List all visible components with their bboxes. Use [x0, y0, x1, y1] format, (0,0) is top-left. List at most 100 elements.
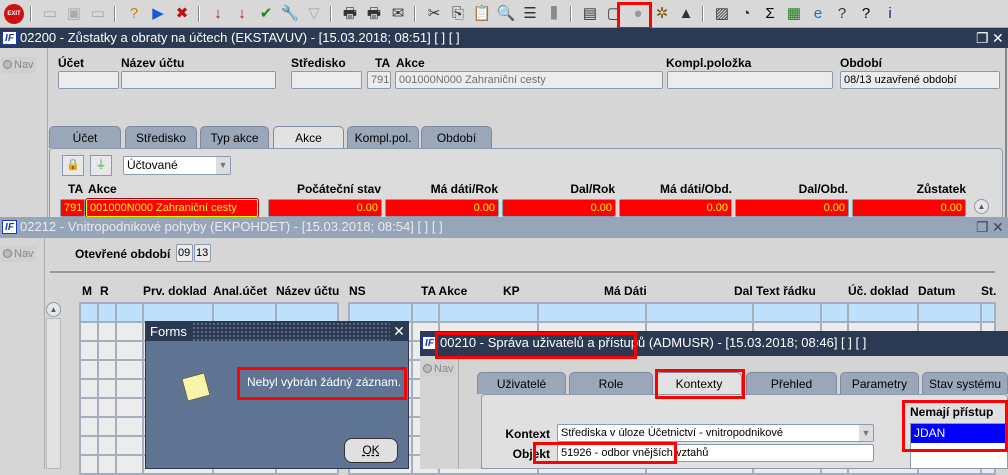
grid-cell[interactable]: [79, 397, 99, 418]
grid-cell[interactable]: [275, 302, 339, 323]
sort-descending-icon[interactable]: ↓: [232, 4, 252, 24]
row-dal-rok[interactable]: 0.00: [502, 199, 616, 217]
grid-cell[interactable]: [97, 454, 117, 475]
commit-check-icon[interactable]: ✔: [256, 4, 276, 24]
paste-icon[interactable]: 📋: [472, 4, 492, 24]
grid-cell[interactable]: [115, 359, 144, 380]
globe-icon[interactable]: ●: [628, 4, 648, 24]
grid-cell[interactable]: [917, 302, 982, 323]
tab-0[interactable]: Účet: [49, 126, 121, 148]
print-setup-icon[interactable]: 🖶: [364, 4, 384, 24]
indent-icon[interactable]: ☰: [520, 4, 540, 24]
print-icon[interactable]: 🖶: [340, 4, 360, 24]
grid-cell[interactable]: [115, 397, 144, 418]
delete-record-icon[interactable]: ▭: [88, 4, 108, 24]
ok-button[interactable]: OK: [344, 438, 398, 463]
nav-radio[interactable]: Nav: [1, 246, 36, 262]
grid-cell[interactable]: [97, 416, 117, 437]
grid-cell[interactable]: [820, 302, 849, 323]
grid-cell[interactable]: [645, 302, 754, 323]
mail-icon[interactable]: ✉: [388, 4, 408, 24]
exit-icon[interactable]: EXIT: [4, 4, 24, 24]
tools-wrench-icon[interactable]: 🔧: [280, 4, 300, 24]
no-access-list[interactable]: JDAN: [910, 423, 1008, 469]
grid-cell[interactable]: [752, 302, 822, 323]
grid-cell[interactable]: [97, 397, 117, 418]
sum-icon[interactable]: Σ: [760, 4, 780, 24]
list-item[interactable]: JDAN: [911, 424, 1007, 443]
row-dal-obd[interactable]: 0.00: [735, 199, 849, 217]
row-pocatecni-stav[interactable]: 0.00: [268, 199, 382, 217]
close-icon[interactable]: ✕: [390, 322, 408, 341]
grid-cell[interactable]: [115, 302, 144, 323]
grid-cell[interactable]: [79, 302, 99, 323]
document-icon[interactable]: ▢: [604, 4, 624, 24]
grid-cell[interactable]: [348, 302, 413, 323]
scrollbar[interactable]: [46, 318, 61, 469]
scroll-up-button[interactable]: ▲: [974, 199, 989, 214]
stredisko-input[interactable]: [291, 71, 362, 89]
grid-cell[interactable]: [97, 302, 117, 323]
ie-browser-icon[interactable]: e: [808, 4, 828, 24]
duplicate-record-icon[interactable]: ▣: [64, 4, 84, 24]
tab-3[interactable]: Akce: [273, 126, 344, 148]
scroll-up-button[interactable]: ▲: [46, 302, 61, 317]
grid-cell[interactable]: [97, 378, 117, 399]
clock-icon[interactable]: ◔: [736, 4, 756, 24]
grid-cell[interactable]: [438, 302, 539, 323]
grid-cell[interactable]: [212, 302, 277, 323]
grid-cell[interactable]: [97, 435, 117, 456]
tab-3[interactable]: Přehled: [746, 372, 837, 394]
filter-select[interactable]: Účtované ▼: [123, 156, 231, 175]
tab-1[interactable]: Středisko: [125, 126, 197, 148]
columns-icon[interactable]: ⫼: [544, 4, 564, 24]
grid-cell[interactable]: [79, 378, 99, 399]
nav-radio[interactable]: Nav: [1, 57, 36, 73]
period-to-input[interactable]: 13: [194, 244, 211, 262]
close-icon[interactable]: ✕: [992, 217, 1004, 237]
tab-2[interactable]: Typ akce: [200, 126, 269, 148]
grid-cell[interactable]: [79, 340, 99, 361]
grid-cell[interactable]: [97, 359, 117, 380]
tab-4[interactable]: Kompl.pol.: [347, 126, 419, 148]
grid-cell[interactable]: [115, 435, 144, 456]
grid-cell[interactable]: [79, 435, 99, 456]
copy-icon[interactable]: ⎘: [448, 4, 468, 24]
grid-cell[interactable]: [847, 302, 919, 323]
close-icon[interactable]: ✕: [992, 28, 1004, 48]
execute-query-icon[interactable]: ▶: [148, 4, 168, 24]
dialog-titlebar[interactable]: Forms ✕: [146, 322, 408, 341]
restore-icon[interactable]: ❐: [976, 28, 989, 48]
ship-wheel-icon[interactable]: ✲: [652, 4, 672, 24]
row-akce-input[interactable]: 001000N000 Zahraniční cesty: [85, 198, 259, 218]
chart-icon[interactable]: ▨: [712, 4, 732, 24]
help-icon[interactable]: ?: [856, 4, 876, 24]
lock-columns-icon[interactable]: 🔒: [62, 155, 84, 176]
row-zustatek[interactable]: 0.00: [852, 199, 966, 217]
grid-cell[interactable]: [537, 302, 647, 323]
period-from-input[interactable]: 09: [176, 244, 193, 262]
grid-cell[interactable]: [97, 340, 117, 361]
grid-cell[interactable]: [79, 321, 99, 342]
kontext-select[interactable]: Střediska v úloze Účetnictví - vnitropod…: [557, 424, 874, 442]
tab-5[interactable]: Stav systému: [922, 372, 1008, 394]
tab-0[interactable]: Uživatelé: [477, 372, 566, 394]
home-alert-icon[interactable]: ▲: [676, 4, 696, 24]
grid-cell[interactable]: [115, 454, 144, 475]
excel-icon[interactable]: ▦: [784, 4, 804, 24]
win2-titlebar[interactable]: IF 02212 - Vnitropodnikové pohyby (EKPOHD…: [0, 217, 1008, 238]
grid-cell[interactable]: [115, 340, 144, 361]
info-icon[interactable]: i: [880, 4, 900, 24]
filter-lock-icon[interactable]: ⏚: [90, 155, 112, 176]
ta-input[interactable]: 791: [367, 71, 391, 89]
obdobi-input[interactable]: 08/13 uzavřené období: [840, 71, 1000, 89]
tab-2[interactable]: Kontexty: [656, 372, 742, 394]
win1-titlebar[interactable]: IF 02200 - Zůstatky a obraty na účtech (E…: [0, 28, 1008, 48]
ucet-input[interactable]: [58, 71, 119, 89]
cut-icon[interactable]: ✂: [424, 4, 444, 24]
grid-cell[interactable]: [79, 359, 99, 380]
tab-1[interactable]: Role: [569, 372, 653, 394]
tab-5[interactable]: Období: [421, 126, 492, 148]
filter-icon[interactable]: ▽: [304, 4, 324, 24]
cancel-query-icon[interactable]: ✖: [172, 4, 192, 24]
